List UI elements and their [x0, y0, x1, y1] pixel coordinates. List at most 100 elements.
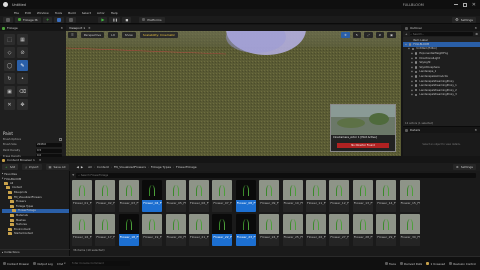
- level-viewport[interactable]: Viewport 1 ✕ ☰ Perspective Lit Show Scal…: [66, 25, 401, 156]
- mode-dropdown[interactable]: Foliage Mode: [15, 16, 41, 23]
- add-filter-icon[interactable]: +: [405, 32, 408, 36]
- single-tool[interactable]: •: [17, 73, 28, 84]
- visibility-eye-icon[interactable]: ◉: [411, 75, 413, 78]
- maximize-icon[interactable]: [462, 2, 467, 7]
- asset-tile[interactable]: Flower_07_FT: [212, 180, 233, 212]
- asset-tile[interactable]: Flower_22_FT: [212, 214, 233, 246]
- asset-tile[interactable]: Flower_04_FT: [142, 180, 163, 212]
- move-tool[interactable]: ✥: [17, 99, 28, 110]
- outliner-title[interactable]: Outliner: [410, 26, 422, 30]
- rotate-button[interactable]: ↻: [352, 32, 362, 38]
- asset-tile[interactable]: Flower_27_FT: [329, 214, 350, 246]
- asset-tile[interactable]: Flower_17_FT: [95, 214, 116, 246]
- asset-tile[interactable]: Flower_20_FT: [165, 214, 186, 246]
- console-input[interactable]: Enter Console Command: [69, 261, 130, 266]
- asset-tile[interactable]: Flower_01_FT: [72, 180, 92, 212]
- asset-tile[interactable]: Flower_23_FT: [235, 214, 256, 246]
- menu-item-build[interactable]: Build: [68, 11, 76, 15]
- breadcrumb-item[interactable]: Foliage Types: [151, 165, 171, 169]
- details-title[interactable]: Details: [410, 128, 420, 132]
- platforms-dropdown[interactable]: Platforms: [139, 16, 165, 23]
- asset-tile[interactable]: Flower_09_FT: [259, 180, 280, 212]
- paint-tool[interactable]: ✎: [17, 60, 28, 71]
- viewport-tab[interactable]: Viewport 1: [69, 26, 85, 30]
- menu-item-actor[interactable]: Actor: [97, 11, 105, 15]
- asset-tile[interactable]: Flower_13_FT: [352, 180, 373, 212]
- visibility-eye-icon[interactable]: ◉: [411, 93, 413, 96]
- menu-item-select[interactable]: Select: [82, 11, 91, 15]
- nav-forward-icon[interactable]: ▶: [81, 165, 83, 169]
- invalid-tool[interactable]: ⊘: [17, 47, 28, 58]
- close-content-browser-icon[interactable]: ✕: [39, 158, 42, 162]
- menu-item-tools[interactable]: Tools: [55, 11, 62, 15]
- stop-button[interactable]: ■: [122, 16, 132, 23]
- filter-icon[interactable]: ⏷: [72, 173, 74, 177]
- close-tab-icon[interactable]: ✕: [60, 26, 63, 30]
- reapply-tool[interactable]: ↻: [4, 73, 15, 84]
- translate-button[interactable]: ✥: [341, 32, 350, 38]
- content-settings-button[interactable]: ⚙ Settings: [452, 164, 476, 170]
- import-button[interactable]: ⤓ Import: [22, 164, 42, 170]
- derived-data-button[interactable]: Derived Data: [399, 262, 422, 266]
- brush-field-value[interactable]: 2048.0: [36, 142, 62, 147]
- close-icon[interactable]: ✕: [472, 2, 476, 8]
- save-button[interactable]: [3, 16, 13, 23]
- content-browser-title[interactable]: Content Browser 1: [7, 158, 35, 162]
- settings-dropdown[interactable]: ⚙ Settings: [452, 16, 476, 23]
- revision-control-button[interactable]: Revision Control: [449, 262, 476, 266]
- asset-tile[interactable]: Flower_02_FT: [95, 180, 116, 212]
- asset-tile[interactable]: Flower_21_FT: [189, 214, 209, 246]
- asset-tile[interactable]: Flower_16_FT: [72, 214, 92, 246]
- minimize-icon[interactable]: [453, 4, 458, 5]
- panel-tab-label[interactable]: Foliage: [7, 26, 18, 30]
- asset-tile[interactable]: Flower_05_FT: [165, 180, 186, 212]
- visibility-eye-icon[interactable]: ◉: [411, 66, 413, 69]
- menu-item-edit[interactable]: Edit: [25, 11, 31, 15]
- unsaved-button[interactable]: 1 Unsaved: [426, 262, 445, 266]
- visibility-eye-icon[interactable]: ◉: [411, 89, 413, 92]
- close-outliner-icon[interactable]: ✕: [474, 26, 477, 30]
- visibility-eye-icon[interactable]: ◉: [411, 61, 413, 64]
- scalability-badge[interactable]: Scalability: Cinematic: [139, 32, 179, 38]
- visibility-eye-icon[interactable]: ◉: [411, 84, 413, 87]
- asset-tile[interactable]: Flower_18_FT: [118, 214, 139, 246]
- asset-tile[interactable]: Flower_26_FT: [306, 214, 326, 246]
- pause-button[interactable]: ❚❚: [109, 16, 121, 23]
- asset-tile[interactable]: Flower_03_FT: [118, 180, 139, 212]
- breadcrumb-item[interactable]: FlowerFoliage: [176, 165, 197, 169]
- erase-tool[interactable]: ⌫: [17, 86, 28, 97]
- trace-button[interactable]: Trace: [384, 262, 396, 266]
- visibility-eye-icon[interactable]: ◉: [405, 43, 407, 46]
- cmd-dropdown[interactable]: Cmd ▾: [57, 262, 66, 266]
- nav-back-icon[interactable]: ◀: [77, 165, 79, 169]
- asset-tile[interactable]: Flower_14_FT: [376, 180, 397, 212]
- visibility-eye-icon[interactable]: ◉: [411, 80, 413, 83]
- asset-tile[interactable]: Flower_08_FT: [235, 180, 256, 212]
- asset-tile[interactable]: Flower_12_FT: [329, 180, 350, 212]
- viewport-menu-button[interactable]: ☰: [68, 32, 77, 38]
- visibility-eye-icon[interactable]: ◉: [411, 57, 413, 60]
- asset-tile[interactable]: Flower_10_FT: [282, 180, 303, 212]
- add-button[interactable]: + Add: [2, 164, 19, 170]
- save-all-button[interactable]: ▤ Save All: [45, 164, 69, 170]
- outliner-settings-icon[interactable]: ⚙: [475, 32, 478, 36]
- select-tool[interactable]: ⬚: [4, 34, 15, 45]
- close-details-icon[interactable]: ✕: [474, 128, 477, 132]
- menu-item-help[interactable]: Help: [111, 11, 118, 15]
- asset-tile[interactable]: Flower_28_FT: [352, 214, 373, 246]
- breadcrumb-item[interactable]: All: [88, 165, 92, 169]
- breadcrumb-item[interactable]: Content: [97, 165, 109, 169]
- asset-tile[interactable]: Flower_25_FT: [282, 214, 303, 246]
- sequencer-button[interactable]: [66, 16, 77, 23]
- output-log-button[interactable]: Output Log: [33, 262, 53, 266]
- asset-tile[interactable]: Flower_30_FT: [399, 214, 420, 246]
- fill-tool[interactable]: ▣: [4, 86, 15, 97]
- deselect-tool[interactable]: ◇: [4, 47, 15, 58]
- blueprint-button[interactable]: [54, 16, 65, 23]
- asset-tile[interactable]: Flower_06_FT: [189, 180, 209, 212]
- brush-field-checkbox[interactable]: [59, 137, 62, 141]
- menu-item-file[interactable]: File: [14, 11, 19, 15]
- asset-tile[interactable]: Flower_15_FT: [399, 180, 420, 212]
- menu-item-window[interactable]: Window: [37, 11, 49, 15]
- asset-tile[interactable]: Flower_29_FT: [376, 214, 397, 246]
